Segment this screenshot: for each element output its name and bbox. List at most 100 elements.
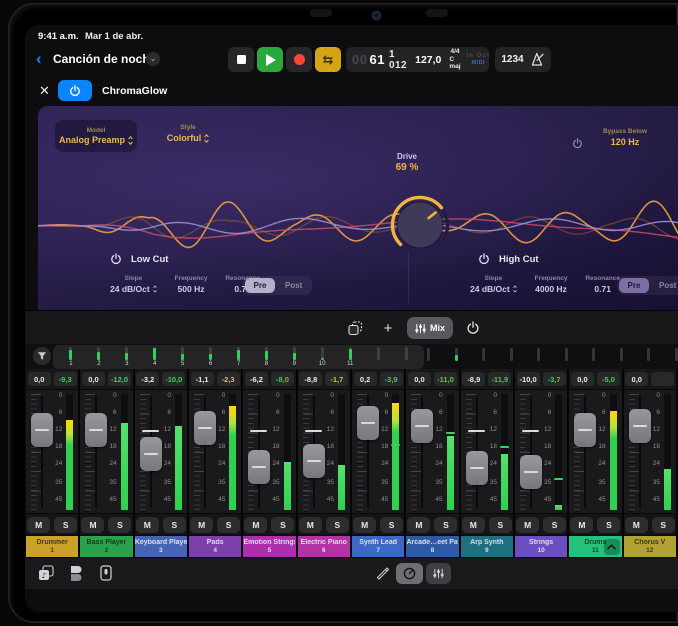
volume-readout[interactable]: 0,0: [28, 372, 51, 386]
solo-button[interactable]: S: [326, 517, 349, 533]
solo-button[interactable]: S: [271, 517, 294, 533]
mix-view-button[interactable]: Mix: [407, 317, 453, 339]
track-name-tile[interactable]: Keyboard Player3: [135, 536, 187, 557]
volume-readout[interactable]: -8,9: [462, 372, 485, 386]
overview-meter[interactable]: 6: [197, 347, 225, 368]
solo-button[interactable]: S: [489, 517, 512, 533]
track-name-tile[interactable]: Strings10: [515, 536, 567, 557]
peak-level-readout[interactable]: -5,0: [597, 372, 620, 386]
controls-view-button[interactable]: [396, 563, 423, 584]
high-cut-slope[interactable]: Slope 24 dB/Oct: [470, 275, 517, 294]
fader-handle[interactable]: [466, 451, 488, 485]
mute-button[interactable]: M: [244, 517, 267, 533]
add-track-button[interactable]: +: [377, 317, 399, 339]
overview-meter[interactable]: 2: [85, 347, 113, 368]
fader-handle[interactable]: [140, 437, 162, 471]
mute-button[interactable]: M: [299, 517, 322, 533]
track-name-tile[interactable]: Electric Piano6: [298, 536, 350, 557]
bypass-below-control[interactable]: Bypass Below 120 Hz: [590, 128, 660, 147]
loop-browser-button[interactable]: ♪: [37, 564, 55, 582]
peak-level-readout[interactable]: -9,3: [54, 372, 77, 386]
peak-level-readout[interactable]: [651, 372, 674, 386]
mute-button[interactable]: M: [190, 517, 213, 533]
count-in-button[interactable]: 1234: [501, 54, 523, 65]
peak-level-readout[interactable]: -12,0: [108, 372, 131, 386]
overview-meter[interactable]: 10: [308, 347, 336, 368]
filter-button[interactable]: [33, 347, 51, 365]
record-button[interactable]: [286, 47, 312, 72]
track-name-tile[interactable]: Emotion Strings5: [243, 536, 295, 557]
metronome-icon[interactable]: [531, 52, 545, 67]
volume-readout[interactable]: 0,0: [408, 372, 431, 386]
solo-button[interactable]: S: [163, 517, 186, 533]
overview-meter[interactable]: [392, 347, 420, 368]
expand-track-button[interactable]: [604, 539, 620, 555]
track-name-tile[interactable]: Bass Player2: [80, 536, 132, 557]
track-name-tile[interactable]: Synth Lead7: [352, 536, 404, 557]
pre-button[interactable]: Pre: [619, 278, 649, 293]
stop-button[interactable]: [228, 47, 254, 72]
solo-button[interactable]: S: [380, 517, 403, 533]
solo-button[interactable]: S: [434, 517, 457, 533]
mute-button[interactable]: M: [81, 517, 104, 533]
volume-readout[interactable]: 0,2: [354, 372, 377, 386]
bypass-power-icon[interactable]: [572, 136, 583, 154]
mute-button[interactable]: M: [136, 517, 159, 533]
fader-handle[interactable]: [520, 455, 542, 489]
model-picker[interactable]: Model Analog Preamp: [55, 120, 137, 152]
level-control[interactable]: Level 0.0: [662, 128, 678, 147]
overview-meter[interactable]: 1: [57, 347, 85, 368]
overview-meter[interactable]: 9: [280, 347, 308, 368]
peak-level-readout[interactable]: -3,9: [380, 372, 403, 386]
track-overview-meters[interactable]: 1234567891011: [53, 345, 424, 369]
volume-readout[interactable]: -8,8: [299, 372, 322, 386]
cycle-button[interactable]: ⇆: [315, 47, 341, 72]
post-button[interactable]: Post: [277, 278, 310, 293]
solo-button[interactable]: S: [597, 517, 620, 533]
post-button[interactable]: Post: [651, 278, 678, 293]
mixer-power-button[interactable]: [461, 317, 485, 339]
solo-button[interactable]: S: [54, 517, 77, 533]
overview-meter[interactable]: 8: [252, 347, 280, 368]
low-cut-frequency[interactable]: Frequency 500 Hz: [175, 275, 208, 294]
overview-meter[interactable]: 7: [225, 347, 253, 368]
overview-meter[interactable]: 11: [336, 347, 364, 368]
peak-level-readout[interactable]: -1,7: [325, 372, 348, 386]
pre-button[interactable]: Pre: [245, 278, 275, 293]
mute-button[interactable]: M: [462, 517, 485, 533]
pencil-tool-button[interactable]: [373, 564, 391, 582]
overview-meter[interactable]: [364, 347, 392, 368]
fader-handle[interactable]: [248, 450, 270, 484]
volume-readout[interactable]: 0,0: [625, 372, 648, 386]
track-name-tile[interactable]: Arp Synth9: [461, 536, 513, 557]
peak-level-readout[interactable]: -8,0: [271, 372, 294, 386]
high-cut-frequency[interactable]: Frequency 4000 Hz: [535, 275, 568, 294]
peak-level-readout[interactable]: -3,7: [543, 372, 566, 386]
mute-button[interactable]: M: [353, 517, 376, 533]
low-cut-power-icon[interactable]: [110, 253, 122, 265]
track-name-tile[interactable]: Chorus V12: [624, 536, 676, 557]
volume-readout[interactable]: 0,0: [82, 372, 105, 386]
lcd-display[interactable]: 00 61 1 012 127,0 4/4 C maj In Out MIDI: [346, 47, 489, 72]
fader-handle[interactable]: [574, 413, 596, 447]
back-button[interactable]: ‹: [36, 46, 42, 72]
volume-readout[interactable]: 0,0: [571, 372, 594, 386]
live-loops-button[interactable]: [67, 564, 85, 582]
low-cut-slope[interactable]: Slope 24 dB/Oct: [110, 275, 157, 294]
play-button[interactable]: [257, 47, 283, 72]
peak-level-readout[interactable]: -10,0: [162, 372, 185, 386]
high-cut-resonance[interactable]: Resonance 0.71: [585, 275, 620, 294]
plugins-button[interactable]: [97, 564, 115, 582]
fader-handle[interactable]: [194, 411, 216, 445]
overview-meter[interactable]: 4: [141, 347, 169, 368]
solo-button[interactable]: S: [108, 517, 131, 533]
fader-handle[interactable]: [31, 413, 53, 447]
volume-readout[interactable]: -3,2: [136, 372, 159, 386]
duplicate-button[interactable]: [341, 317, 369, 339]
peak-level-readout[interactable]: -11,9: [488, 372, 511, 386]
peak-level-readout[interactable]: -2,3: [217, 372, 240, 386]
close-icon[interactable]: ✕: [39, 83, 50, 99]
peak-level-readout[interactable]: -11,0: [434, 372, 457, 386]
mute-button[interactable]: M: [570, 517, 593, 533]
style-picker[interactable]: Style Colorful: [156, 124, 220, 143]
